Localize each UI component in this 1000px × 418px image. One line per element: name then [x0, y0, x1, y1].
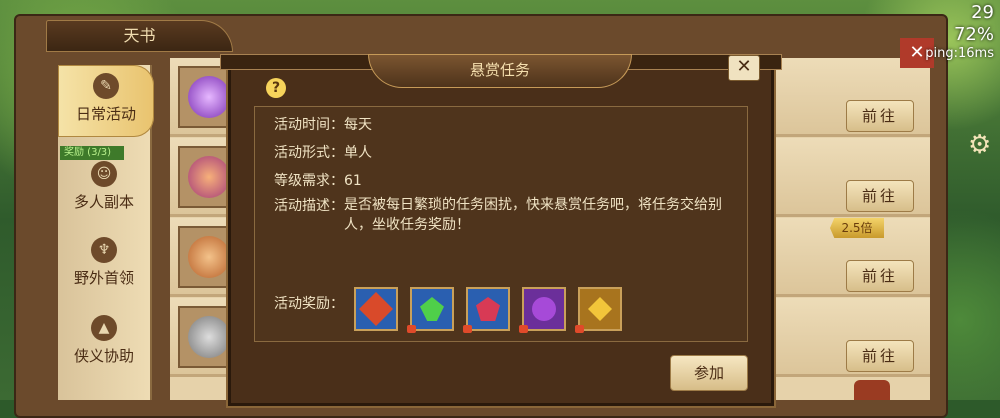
lock-icon — [463, 325, 472, 333]
reward-progress-tag: 奖励 (3/3) — [60, 146, 124, 160]
red-gem-icon — [476, 297, 500, 321]
field-desc-value: 是否被每日繁琐的任务困扰，快来悬赏任务吧，将任务交给别人，坐收任务奖励！ — [344, 197, 722, 233]
sidebar-item-dungeon[interactable]: ☺ 多人副本 — [58, 153, 150, 225]
fortune-card-icon — [359, 292, 393, 326]
scroll-icon: ✎ — [93, 73, 119, 99]
help-icon[interactable]: ? — [266, 78, 286, 98]
sidebar-item-daily[interactable]: ✎ 日常活动 — [58, 65, 154, 137]
multiplier-badge: 2.5倍 — [830, 218, 884, 238]
go-button[interactable]: 前往 — [846, 180, 914, 212]
go-button[interactable]: 前往 — [846, 340, 914, 372]
field-value: 每天 — [344, 117, 372, 133]
reward-slot[interactable] — [519, 287, 566, 333]
sidebar-item-label: 日常活动 — [75, 105, 136, 123]
chest-icon[interactable] — [854, 380, 890, 400]
field-value: 61 — [344, 173, 362, 189]
field-form: 活动形式：单人 — [274, 142, 372, 162]
field-time: 活动时间：每天 — [274, 114, 372, 134]
sidebar-item-boss[interactable]: ♆ 野外首领 — [58, 229, 150, 301]
join-button[interactable]: 参加 — [670, 355, 748, 391]
sidebar-item-label: 野外首领 — [73, 269, 134, 287]
mask-icon: ☺ — [91, 161, 117, 187]
gear-icon[interactable]: ⚙ — [968, 130, 991, 160]
reward-slot[interactable] — [575, 287, 622, 333]
field-label: 等级需求： — [274, 173, 344, 189]
book-title: 天书 — [46, 20, 233, 52]
demon-icon: ♆ — [91, 237, 117, 263]
green-gem-icon — [420, 297, 444, 321]
go-button[interactable]: 前往 — [846, 100, 914, 132]
field-label: 活动时间： — [274, 117, 344, 133]
sidebar: ✎ 日常活动 ☺ 多人副本 ♆ 野外首领 ▲ 侠义协助 — [58, 65, 154, 400]
field-desc-label: 活动描述： — [274, 198, 344, 214]
field-label: 活动形式： — [274, 145, 344, 161]
hud-ping: ping:16ms — [925, 46, 994, 61]
field-value: 单人 — [344, 145, 372, 161]
gold-gem-icon — [588, 297, 612, 321]
sidebar-item-label: 侠义协助 — [73, 347, 134, 365]
close-icon[interactable]: ✕ — [728, 55, 760, 81]
lock-icon — [407, 325, 416, 333]
reward-slot[interactable] — [354, 287, 398, 331]
reward-slot[interactable] — [463, 287, 510, 333]
reward-label: 活动奖励： — [274, 296, 344, 312]
purple-orb-icon — [532, 297, 556, 321]
hud-level: 29 — [971, 2, 994, 23]
hud-battery: 72% — [953, 24, 994, 45]
sidebar-item-assist[interactable]: ▲ 侠义协助 — [58, 307, 150, 379]
lock-icon — [519, 325, 528, 333]
lock-icon — [575, 325, 584, 333]
go-button[interactable]: 前往 — [846, 260, 914, 292]
field-level: 等级需求：61 — [274, 170, 362, 190]
modal-title: 悬赏任务 — [368, 54, 632, 88]
reward-slot[interactable] — [407, 287, 454, 333]
hat-icon: ▲ — [91, 315, 117, 341]
sidebar-item-label: 多人副本 — [73, 193, 134, 211]
